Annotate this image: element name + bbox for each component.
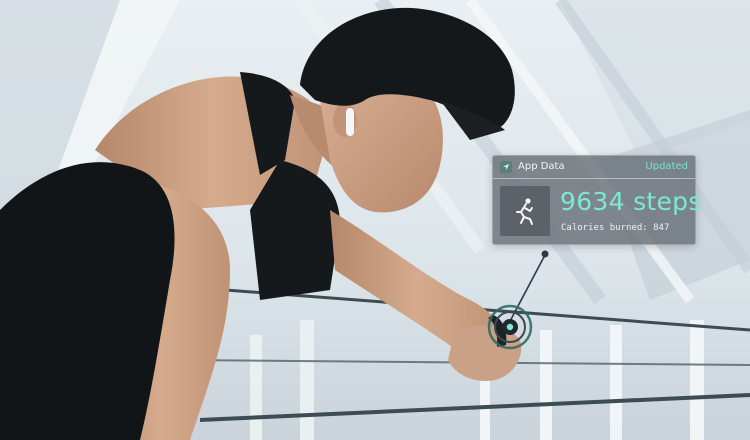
calories-burned: Calories burned: 847: [561, 223, 670, 233]
steps-count: 9634 steps: [560, 187, 702, 216]
app-data-card: App Data Updated 9634 steps Calories bur…: [492, 155, 701, 245]
running-person-icon: [516, 198, 533, 225]
activity-tile: [500, 186, 550, 236]
app-card-title: App Data: [518, 161, 565, 172]
app-card-header: App Data Updated: [493, 156, 695, 179]
update-status-label: Updated: [645, 161, 688, 172]
location-arrow-icon: [500, 161, 512, 173]
